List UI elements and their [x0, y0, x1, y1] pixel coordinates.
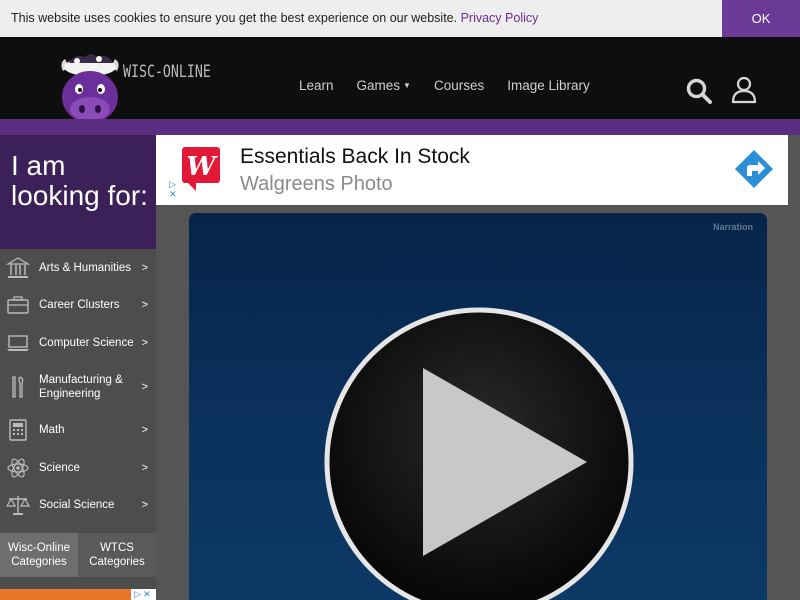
category-computer-science[interactable]: Computer Science > — [0, 324, 156, 362]
nav-image-library[interactable]: Image Library — [507, 78, 590, 93]
video-player[interactable]: Narration — [189, 213, 767, 600]
play-icon[interactable] — [323, 306, 635, 600]
category-math[interactable]: Math > — [0, 412, 156, 450]
tools-icon — [12, 375, 24, 398]
cookie-bar: This website uses cookies to ensure you … — [0, 0, 800, 37]
category-label: Computer Science — [39, 336, 134, 349]
category-career-clusters[interactable]: Career Clusters > — [0, 287, 156, 325]
privacy-policy-link[interactable]: Privacy Policy — [461, 11, 539, 25]
main-nav: Learn Games ▼ Courses Image Library — [299, 78, 613, 93]
chevron-right-icon: > — [141, 499, 148, 512]
logo-text: WISC-ONLINE — [123, 62, 211, 82]
brand-letter: W — [186, 152, 218, 182]
search-icon[interactable] — [685, 77, 713, 105]
category-sidebar: I am looking for: Arts & Humanities > Ca… — [0, 135, 156, 600]
cookie-ok-button[interactable]: OK — [722, 0, 800, 37]
ad-banner[interactable]: W Essentials Back In Stock Walgreens Pho… — [156, 135, 788, 205]
category-label: Social Science — [39, 499, 115, 512]
category-label: Science — [39, 461, 80, 474]
museum-icon — [6, 256, 30, 278]
category-label: Career Clusters — [39, 299, 120, 312]
adchoices-icon[interactable]: ▷ ✕ — [169, 179, 177, 199]
category-science[interactable]: Science > — [0, 449, 156, 487]
cookie-message-text: This website uses cookies to ensure you … — [11, 11, 458, 25]
nav-games[interactable]: Games ▼ — [357, 78, 411, 93]
walgreens-logo-icon: W — [182, 147, 220, 191]
header-accent-band — [0, 119, 800, 135]
chevron-right-icon: > — [141, 380, 148, 393]
chevron-right-icon: > — [141, 424, 148, 437]
atom-icon — [7, 458, 29, 478]
user-icon[interactable] — [731, 76, 757, 104]
chevron-right-icon: > — [141, 336, 148, 349]
calculator-icon — [9, 419, 27, 441]
nav-games-label: Games — [356, 78, 401, 93]
category-list: Arts & Humanities > Career Clusters > Co… — [0, 249, 156, 524]
caret-down-icon: ▼ — [403, 81, 411, 90]
tab-wtcs-categories[interactable]: WTCS Categories — [78, 533, 156, 577]
category-tabs: Wisc-Online Categories WTCS Categories — [0, 533, 156, 577]
cookie-message: This website uses cookies to ensure you … — [11, 11, 538, 25]
nav-learn[interactable]: Learn — [299, 78, 334, 93]
category-label: Arts & Humanities — [39, 261, 132, 274]
sidebar-heading: I am looking for: — [11, 150, 148, 211]
chevron-right-icon: > — [141, 299, 148, 312]
ad-subtitle[interactable]: Walgreens Photo — [240, 173, 393, 196]
briefcase-icon — [7, 296, 29, 314]
chevron-right-icon: > — [141, 461, 148, 474]
sidebar-heading-box: I am looking for: — [0, 135, 156, 249]
tab-wisc-online-categories[interactable]: Wisc-Online Categories — [0, 533, 78, 577]
cow-mascot-icon — [61, 54, 119, 123]
category-social-science[interactable]: Social Science > — [0, 487, 156, 525]
chevron-right-icon: > — [141, 261, 148, 274]
category-label: Math — [39, 424, 65, 437]
nav-learn-label: Learn — [299, 78, 334, 93]
nav-courses-label: Courses — [433, 78, 485, 93]
category-label: Manufacturing & Engineering — [39, 373, 123, 400]
nav-courses[interactable]: Courses — [434, 78, 484, 93]
directions-arrow-icon[interactable] — [734, 149, 774, 189]
laptop-icon — [7, 335, 29, 351]
category-arts-humanities[interactable]: Arts & Humanities > — [0, 249, 156, 287]
site-logo[interactable]: WISC-ONLINE — [55, 49, 215, 129]
scales-icon — [6, 496, 30, 516]
narration-label[interactable]: Narration — [713, 222, 753, 232]
site-header: WISC-ONLINE Learn Games ▼ Courses Image L… — [0, 37, 800, 123]
ad-title[interactable]: Essentials Back In Stock — [240, 145, 470, 169]
nav-image-library-label: Image Library — [507, 78, 590, 93]
category-manufacturing-engineering[interactable]: Manufacturing & Engineering > — [0, 362, 156, 412]
ad-close-icon[interactable]: ▷✕ — [131, 589, 156, 600]
